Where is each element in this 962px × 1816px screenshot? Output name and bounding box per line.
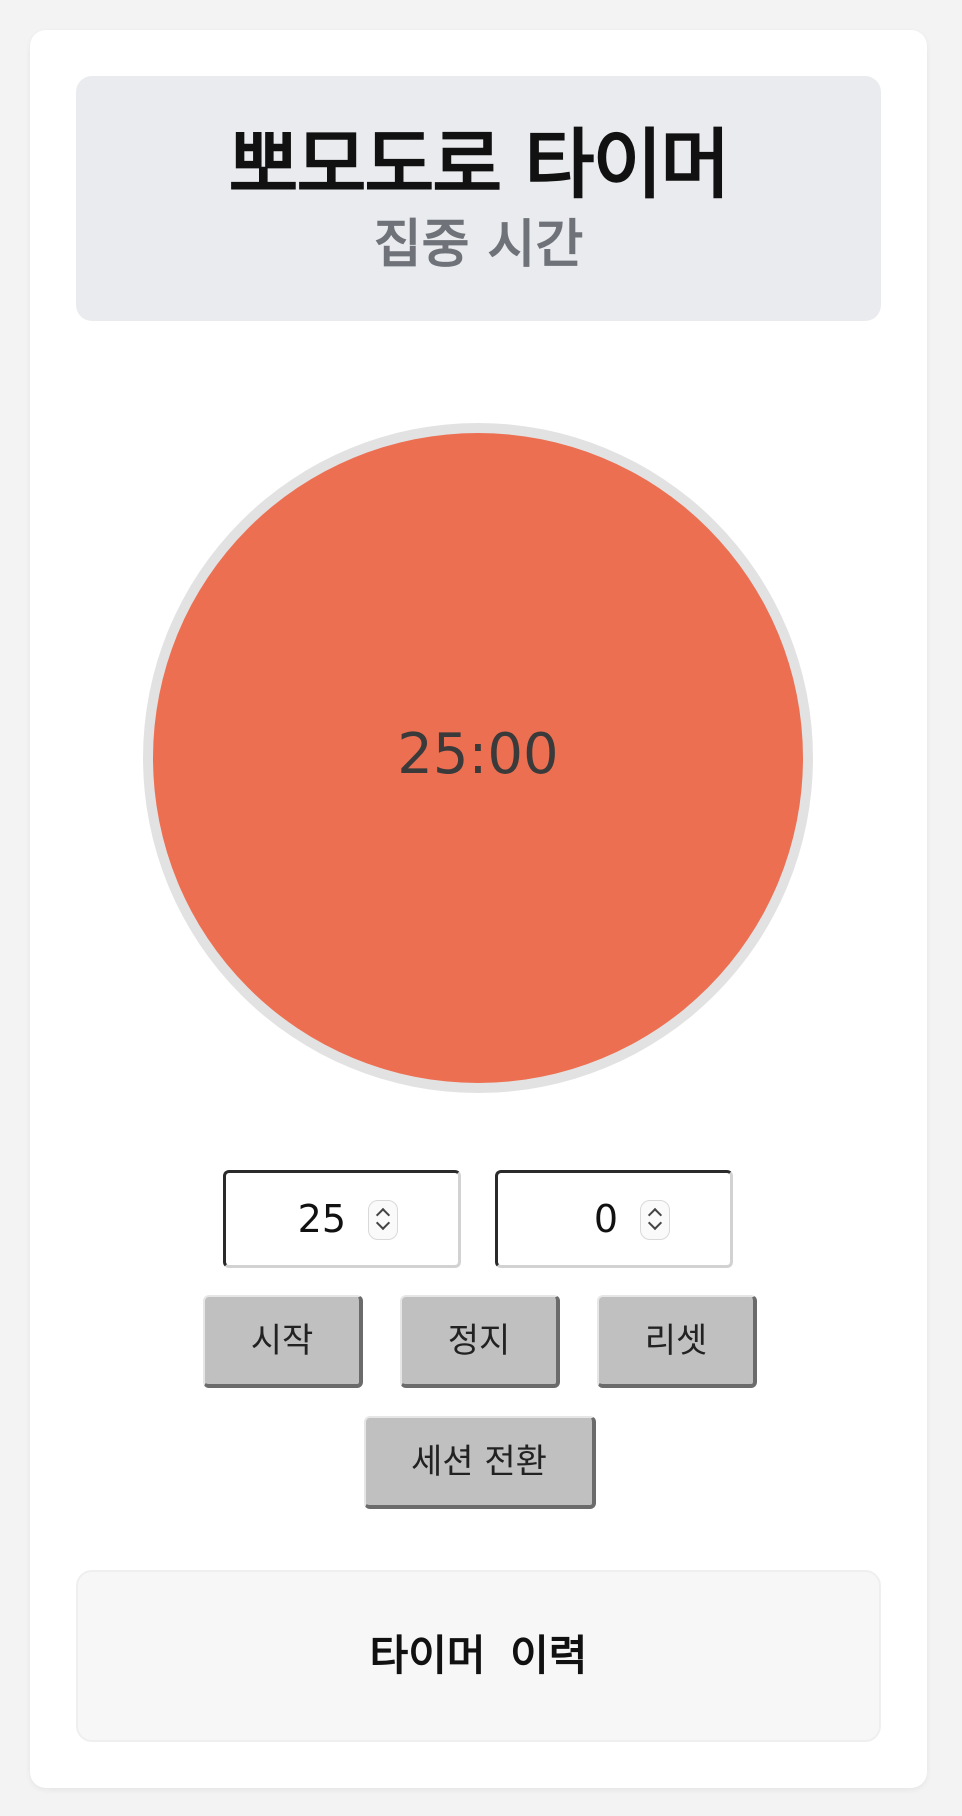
minutes-value: 25 <box>297 1197 346 1241</box>
minutes-input[interactable]: 25 <box>223 1170 461 1268</box>
seconds-spinner[interactable] <box>640 1200 670 1240</box>
history-panel: 타이머 이력 <box>76 1570 881 1742</box>
header-panel: 뽀모도로 타이머 집중 시간 <box>76 76 881 321</box>
timer-dial: 25:00 <box>153 433 803 1083</box>
start-button[interactable]: 시작 <box>203 1295 363 1388</box>
timer-dial-ring: 25:00 <box>143 423 813 1093</box>
session-label: 집중 시간 <box>373 215 584 275</box>
stop-button[interactable]: 정지 <box>400 1295 560 1388</box>
seconds-value: 0 <box>593 1197 618 1241</box>
reset-button[interactable]: 리셋 <box>597 1295 757 1388</box>
seconds-input[interactable]: 0 <box>495 1170 733 1268</box>
switch-session-button[interactable]: 세션 전환 <box>364 1416 596 1509</box>
time-display: 25:00 <box>397 722 559 787</box>
app-title: 뽀모도로 타이머 <box>228 120 731 209</box>
history-title: 타이머 이력 <box>369 1631 588 1680</box>
timer-card: 뽀모도로 타이머 집중 시간 25:00 25 0 시작 정지 리셋 세션 전환… <box>30 30 927 1788</box>
minutes-spinner[interactable] <box>368 1200 398 1240</box>
